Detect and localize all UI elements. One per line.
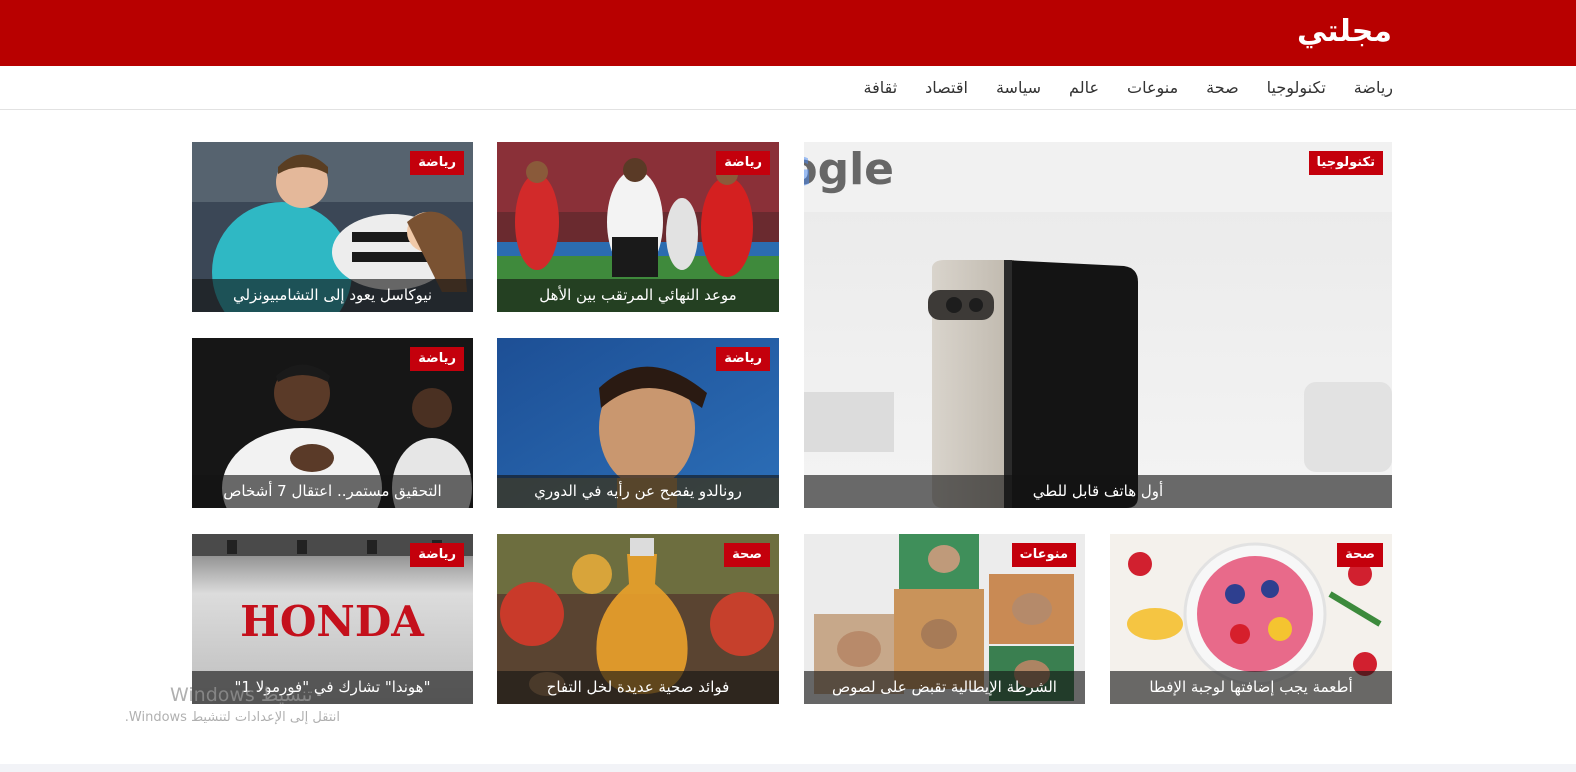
article-title[interactable]: نيوكاسل يعود إلى التشامبيونزلي — [192, 279, 473, 312]
nav-link-politics[interactable]: سياسة — [996, 78, 1041, 97]
category-badge[interactable]: صحة — [724, 543, 770, 567]
nav-link-health[interactable]: صحة — [1206, 78, 1239, 97]
svg-text:Made by Google: Made by Google — [804, 144, 894, 195]
article-title[interactable]: رونالدو يفصح عن رأيه في الدوري — [497, 475, 779, 508]
nav-link-economy[interactable]: اقتصاد — [925, 78, 968, 97]
category-badge[interactable]: تكنولوجيا — [1308, 151, 1383, 175]
category-badge[interactable]: رياضة — [410, 347, 464, 371]
article-card[interactable]: رياضة التحقيق مستمر.. اعتقال 7 أشخاص — [192, 338, 473, 508]
article-title[interactable]: الشرطة الإيطالية تقبض على لصوص — [804, 671, 1085, 704]
nav-item: سياسة — [996, 66, 1041, 110]
site-logo[interactable]: مجلتي — [1297, 12, 1392, 52]
article-card[interactable]: صحة أطعمة يجب إضافتها لوجبة الإفطا — [1110, 534, 1392, 704]
nav-item: منوعات — [1127, 66, 1178, 110]
featured-article-card[interactable]: Made by Google G تكنولوجيا أول هاتف قابل… — [804, 142, 1392, 508]
article-card[interactable]: HONDA رياضة "هوندا" تشارك في "فورمولا 1" — [192, 534, 473, 704]
nav-link-culture[interactable]: ثقافة — [864, 78, 898, 97]
svg-text:G: G — [804, 150, 812, 196]
nav-item: عالم — [1069, 66, 1099, 110]
article-title[interactable]: أول هاتف قابل للطي — [804, 475, 1392, 508]
nav-item: صحة — [1206, 66, 1239, 110]
watermark-line-1: Windows تنشيط — [170, 684, 313, 706]
nav-link-sports[interactable]: رياضة — [1354, 78, 1393, 97]
nav-item: ثقافة — [864, 66, 898, 110]
nav-item: اقتصاد — [925, 66, 968, 110]
nav-link-technology[interactable]: تكنولوجيا — [1267, 78, 1326, 97]
article-card[interactable]: منوعات الشرطة الإيطالية تقبض على لصوص — [804, 534, 1085, 704]
nav-item: رياضة — [1354, 66, 1393, 110]
article-title[interactable]: موعد النهائي المرتقب بين الأهل — [497, 279, 779, 312]
article-title[interactable]: التحقيق مستمر.. اعتقال 7 أشخاص — [192, 475, 473, 508]
folding-phone-image: Made by Google G — [804, 142, 1392, 508]
nav-link-world[interactable]: عالم — [1069, 78, 1099, 97]
article-card[interactable]: رياضة رونالدو يفصح عن رأيه في الدوري — [497, 338, 779, 508]
article-card[interactable]: رياضة موعد النهائي المرتقب بين الأهل — [497, 142, 779, 312]
category-navbar: رياضة تكنولوجيا صحة منوعات عالم سياسة اق… — [0, 66, 1576, 110]
category-badge[interactable]: منوعات — [1011, 543, 1076, 567]
article-title[interactable]: أطعمة يجب إضافتها لوجبة الإفطا — [1110, 671, 1392, 704]
footer-strip — [0, 764, 1576, 772]
watermark-line-2: انتقل إلى الإعدادات لتنشيط Windows. — [124, 710, 340, 725]
article-card[interactable]: صحة فوائد صحية عديدة لخل التفاح — [497, 534, 779, 704]
category-badge[interactable]: رياضة — [410, 151, 464, 175]
nav-item: تكنولوجيا — [1267, 66, 1326, 110]
article-title[interactable]: فوائد صحية عديدة لخل التفاح — [497, 671, 779, 704]
article-card[interactable]: رياضة نيوكاسل يعود إلى التشامبيونزلي — [192, 142, 473, 312]
windows-activation-watermark: Windows تنشيط انتقل إلى الإعدادات لتنشيط… — [80, 684, 340, 725]
nav-link-misc[interactable]: منوعات — [1127, 78, 1178, 97]
category-nav: رياضة تكنولوجيا صحة منوعات عالم سياسة اق… — [864, 66, 1394, 110]
category-badge[interactable]: صحة — [1337, 543, 1383, 567]
honda-logo-text: HONDA — [240, 597, 425, 646]
category-badge[interactable]: رياضة — [410, 543, 464, 567]
category-badge[interactable]: رياضة — [716, 347, 770, 371]
category-badge[interactable]: رياضة — [716, 151, 770, 175]
site-header: مجلتي — [0, 0, 1576, 66]
